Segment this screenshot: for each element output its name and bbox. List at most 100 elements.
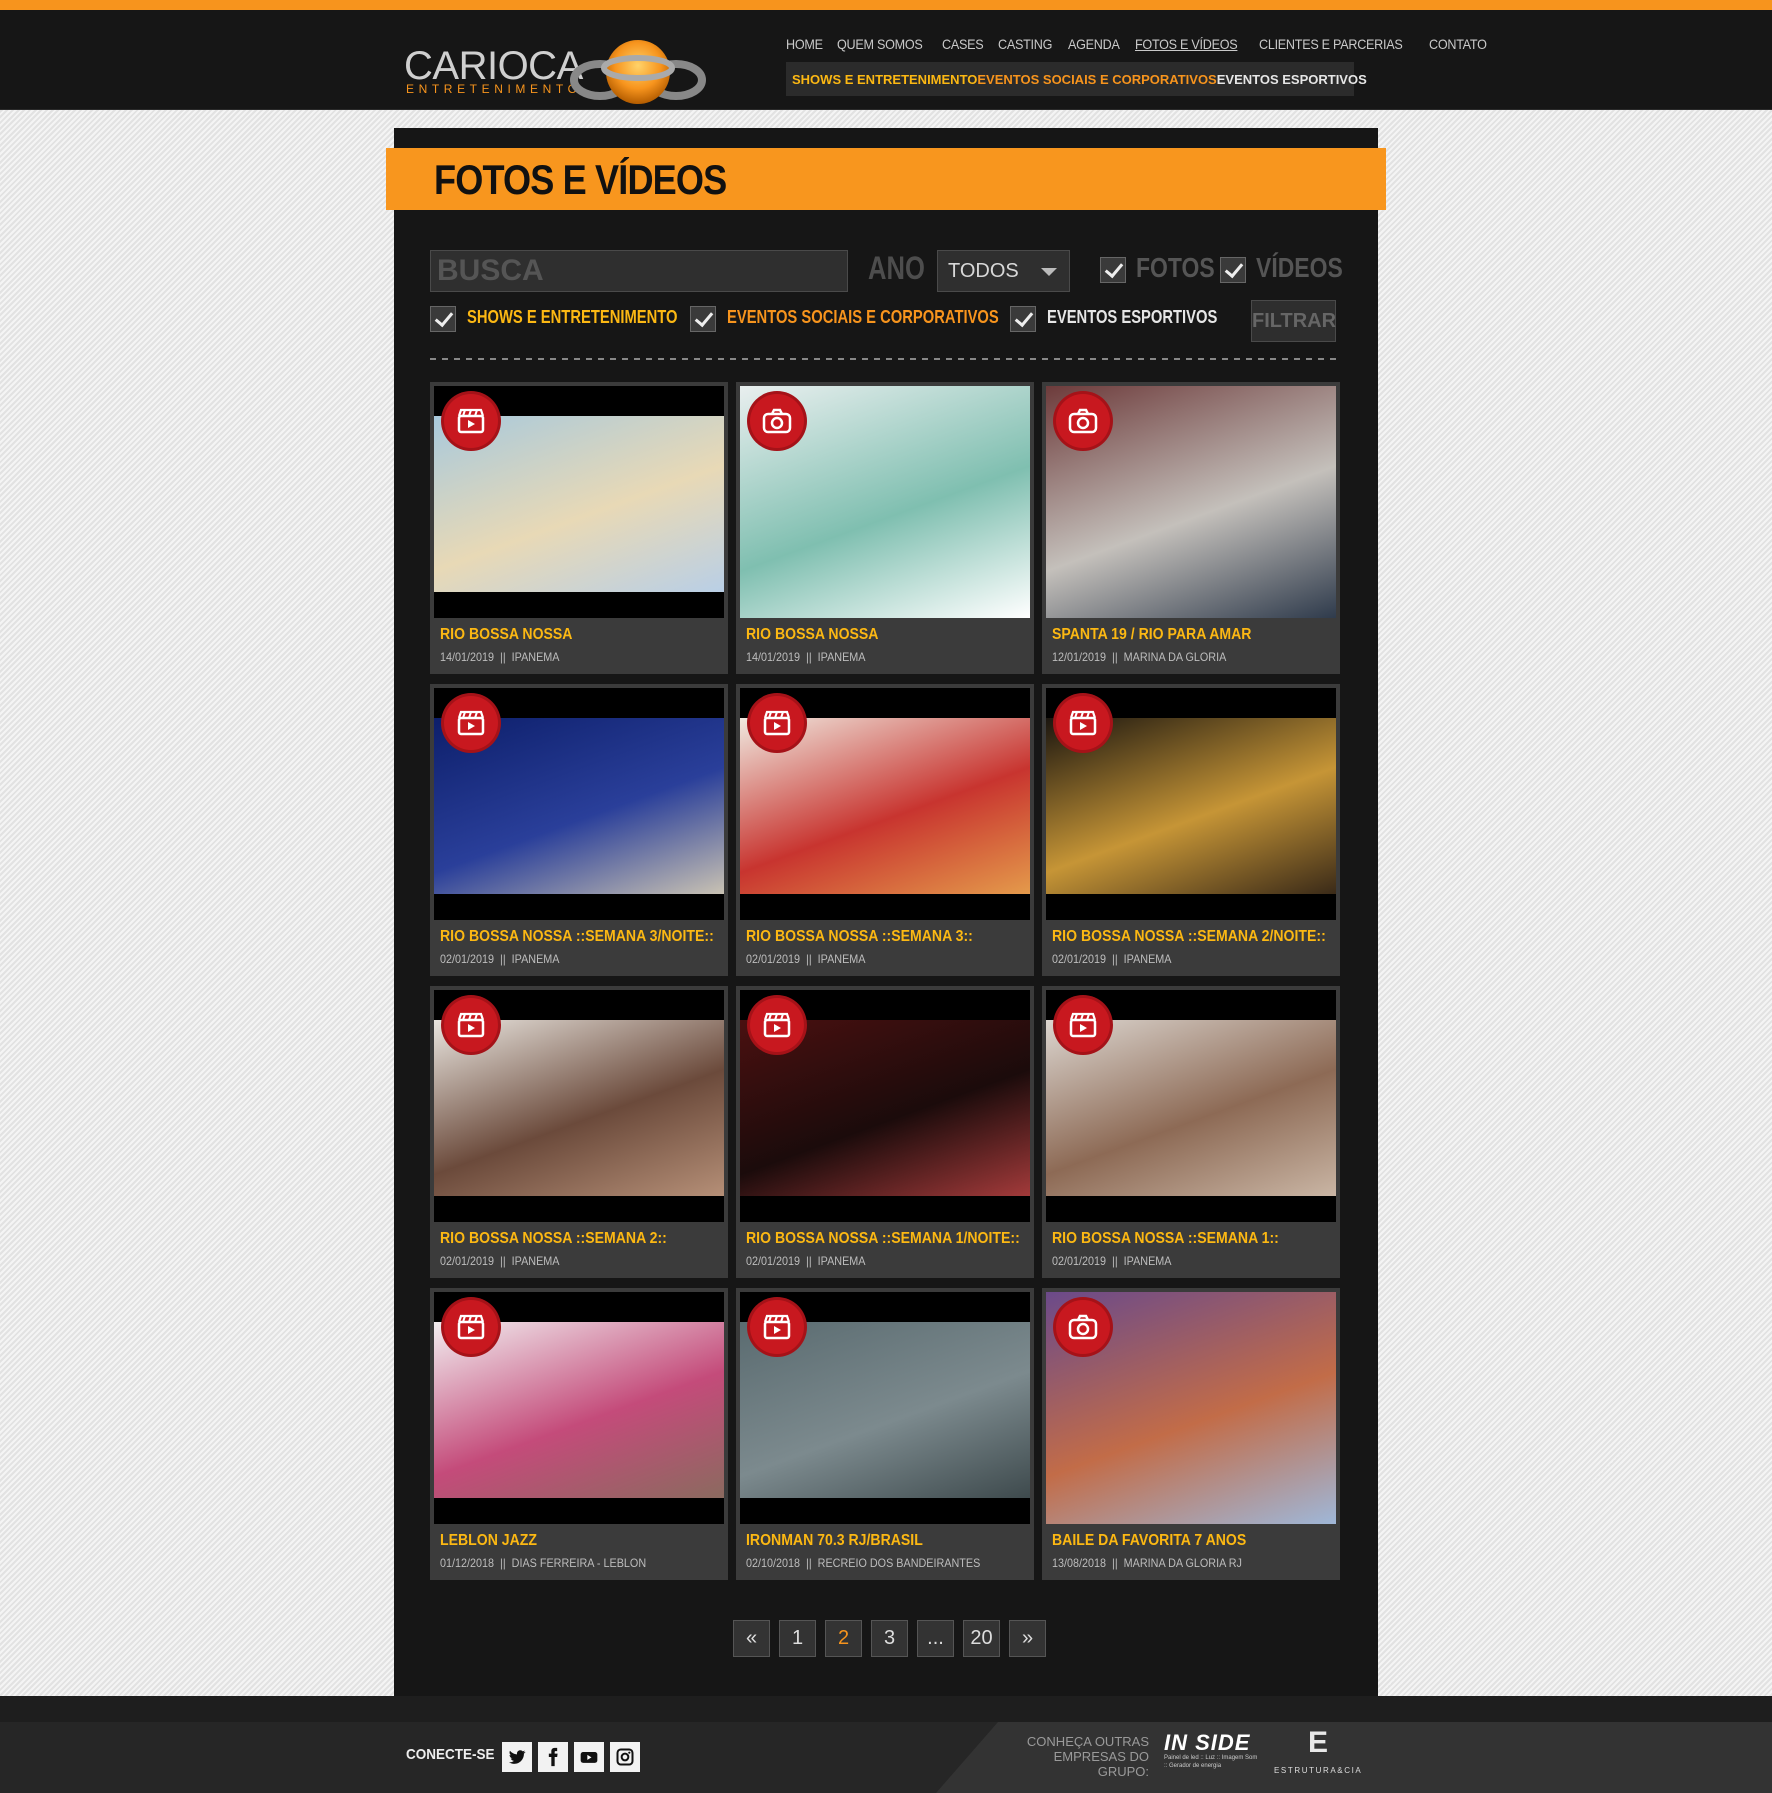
media-card[interactable]: RIO BOSSA NOSSA ::SEMANA 3/NOITE:: 02/01/…: [430, 684, 728, 976]
shows-label: SHOWS E ENTRETENIMENTO: [467, 307, 678, 327]
video-icon: [1056, 696, 1110, 750]
nav-clientes-e-parcerias[interactable]: CLIENTES E PARCERIAS: [1259, 36, 1403, 52]
main-nav: HOME QUEM SOMOS CASES CASTING AGENDA FOT…: [786, 36, 1493, 52]
estrutura-logo-name: ESTRUTURA&CIA: [1274, 1766, 1363, 1775]
meta-separator: ||: [500, 952, 506, 966]
media-title[interactable]: RIO BOSSA NOSSA: [440, 626, 572, 644]
meta-separator: ||: [806, 1254, 812, 1268]
media-thumbnail[interactable]: [740, 1292, 1030, 1524]
subnav-eventos-esportivos[interactable]: EVENTOS ESPORTIVOS: [1217, 72, 1367, 87]
eventos-sociais-label: EVENTOS SOCIAIS E CORPORATIVOS: [727, 307, 999, 327]
media-meta: 01/12/2018 || DIAS FERREIRA - LEBLON: [440, 1556, 646, 1570]
pagination: « 1 2 3 ... 20 »: [733, 1620, 1046, 1657]
estrutura-logo[interactable]: Ε ESTRUTURA&CIA: [1274, 1726, 1374, 1778]
inside-logo-name: IN SIDE: [1164, 1730, 1251, 1755]
media-meta: 02/01/2019 || IPANEMA: [440, 952, 559, 966]
pagination-next[interactable]: »: [1009, 1620, 1046, 1657]
carioca-logo[interactable]: CARIOCA ENTRETENIMENTO: [404, 20, 706, 106]
category-subnav: SHOWS E ENTRETENIMENTO EVENTOS SOCIAIS E…: [786, 62, 1367, 96]
eventos-sociais-checkbox[interactable]: [690, 306, 716, 332]
media-card[interactable]: SPANTA 19 / RIO PARA AMAR 12/01/2019 || M…: [1042, 382, 1340, 674]
nav-agenda[interactable]: AGENDA: [1068, 36, 1120, 52]
media-thumbnail[interactable]: [434, 1292, 724, 1524]
media-card[interactable]: RIO BOSSA NOSSA 14/01/2019 || IPANEMA: [430, 382, 728, 674]
media-card[interactable]: BAILE DA FAVORITA 7 ANOS 13/08/2018 || MA…: [1042, 1288, 1340, 1580]
media-thumbnail[interactable]: [1046, 688, 1336, 920]
media-title[interactable]: SPANTA 19 / RIO PARA AMAR: [1052, 626, 1251, 644]
shows-checkbox[interactable]: [430, 306, 456, 332]
media-title[interactable]: RIO BOSSA NOSSA ::SEMANA 3::: [746, 928, 973, 946]
media-thumbnail[interactable]: [434, 688, 724, 920]
media-title[interactable]: RIO BOSSA NOSSA ::SEMANA 2::: [440, 1230, 667, 1248]
meta-separator: ||: [1112, 952, 1118, 966]
video-icon: [750, 1300, 804, 1354]
nav-casting[interactable]: CASTING: [998, 36, 1052, 52]
filtrar-button[interactable]: FILTRAR: [1251, 300, 1336, 342]
pagination-page-20[interactable]: 20: [963, 1620, 1000, 1657]
media-title[interactable]: LEBLON JAZZ: [440, 1532, 537, 1550]
subnav-eventos-sociais[interactable]: EVENTOS SOCIAIS E CORPORATIVOS: [977, 72, 1216, 87]
nav-fotos-e-videos[interactable]: FOTOS E VÍDEOS: [1135, 36, 1238, 52]
media-card[interactable]: RIO BOSSA NOSSA 14/01/2019 || IPANEMA: [736, 382, 1034, 674]
media-thumbnail[interactable]: [740, 990, 1030, 1222]
subnav-shows[interactable]: SHOWS E ENTRETENIMENTO: [792, 72, 977, 87]
media-thumbnail[interactable]: [740, 386, 1030, 618]
instagram-icon[interactable]: [610, 1742, 640, 1772]
youtube-icon[interactable]: [574, 1742, 604, 1772]
media-date: 02/01/2019: [440, 952, 495, 966]
eventos-esportivos-label: EVENTOS ESPORTIVOS: [1047, 307, 1218, 327]
pagination-page-1[interactable]: 1: [779, 1620, 816, 1657]
media-thumbnail[interactable]: [434, 386, 724, 618]
ano-select[interactable]: TODOS: [937, 250, 1070, 292]
media-meta: 13/08/2018 || MARINA DA GLORIA RJ: [1052, 1556, 1242, 1570]
video-icon: [750, 696, 804, 750]
nav-quem-somos[interactable]: QUEM SOMOS: [837, 36, 923, 52]
nav-cases[interactable]: CASES: [942, 36, 984, 52]
media-date: 02/10/2018: [746, 1556, 801, 1570]
pagination-page-3[interactable]: 3: [871, 1620, 908, 1657]
media-thumbnail[interactable]: [434, 990, 724, 1222]
inside-logo[interactable]: IN SIDE Painel de led :: Luz :: Imagem S…: [1164, 1732, 1260, 1772]
media-card[interactable]: IRONMAN 70.3 RJ/BRASIL 02/10/2018 || RECR…: [736, 1288, 1034, 1580]
media-card[interactable]: RIO BOSSA NOSSA ::SEMANA 2/NOITE:: 02/01/…: [1042, 684, 1340, 976]
media-title[interactable]: RIO BOSSA NOSSA ::SEMANA 3/NOITE::: [440, 928, 714, 946]
media-date: 14/01/2019: [440, 650, 495, 664]
video-icon: [1056, 998, 1110, 1052]
media-title[interactable]: RIO BOSSA NOSSA ::SEMANA 1::: [1052, 1230, 1279, 1248]
media-card[interactable]: RIO BOSSA NOSSA ::SEMANA 1:: 02/01/2019 |…: [1042, 986, 1340, 1278]
media-title[interactable]: RIO BOSSA NOSSA: [746, 626, 878, 644]
eventos-esportivos-checkbox[interactable]: [1010, 306, 1036, 332]
fotos-checkbox[interactable]: [1100, 257, 1126, 283]
media-thumbnail[interactable]: [1046, 990, 1336, 1222]
pagination-page-2[interactable]: 2: [825, 1620, 862, 1657]
media-card[interactable]: LEBLON JAZZ 01/12/2018 || DIAS FERREIRA -…: [430, 1288, 728, 1580]
media-place: MARINA DA GLORIA RJ: [1123, 1556, 1242, 1570]
videos-checkbox[interactable]: [1220, 257, 1246, 283]
media-thumbnail[interactable]: [1046, 386, 1336, 618]
nav-home[interactable]: HOME: [786, 36, 823, 52]
facebook-icon[interactable]: [538, 1742, 568, 1772]
media-meta: 02/10/2018 || RECREIO DOS BANDEIRANTES: [746, 1556, 980, 1570]
meta-separator: ||: [1112, 650, 1118, 664]
search-input[interactable]: BUSCA: [430, 250, 848, 292]
media-title[interactable]: IRONMAN 70.3 RJ/BRASIL: [746, 1532, 923, 1550]
nav-contato[interactable]: CONTATO: [1429, 36, 1487, 52]
media-thumbnail[interactable]: [740, 688, 1030, 920]
media-card[interactable]: RIO BOSSA NOSSA ::SEMANA 2:: 02/01/2019 |…: [430, 986, 728, 1278]
pagination-prev[interactable]: «: [733, 1620, 770, 1657]
media-place: RECREIO DOS BANDEIRANTES: [817, 1556, 981, 1570]
media-date: 13/08/2018: [1052, 1556, 1107, 1570]
media-thumbnail[interactable]: [1046, 1292, 1336, 1524]
media-card[interactable]: RIO BOSSA NOSSA ::SEMANA 1/NOITE:: 02/01/…: [736, 986, 1034, 1278]
media-title[interactable]: RIO BOSSA NOSSA ::SEMANA 1/NOITE::: [746, 1230, 1020, 1248]
inside-logo-tagline: Painel de led :: Luz :: Imagem Som :: Ge…: [1164, 1755, 1258, 1769]
media-card[interactable]: RIO BOSSA NOSSA ::SEMANA 3:: 02/01/2019 |…: [736, 684, 1034, 976]
media-date: 02/01/2019: [440, 1254, 495, 1268]
chevron-down-icon: [1041, 268, 1057, 276]
media-title[interactable]: RIO BOSSA NOSSA ::SEMANA 2/NOITE::: [1052, 928, 1326, 946]
media-title[interactable]: BAILE DA FAVORITA 7 ANOS: [1052, 1532, 1246, 1550]
twitter-icon[interactable]: [502, 1742, 532, 1772]
media-date: 14/01/2019: [746, 650, 801, 664]
footer-upper-band: [0, 1696, 1772, 1722]
video-icon: [444, 998, 498, 1052]
